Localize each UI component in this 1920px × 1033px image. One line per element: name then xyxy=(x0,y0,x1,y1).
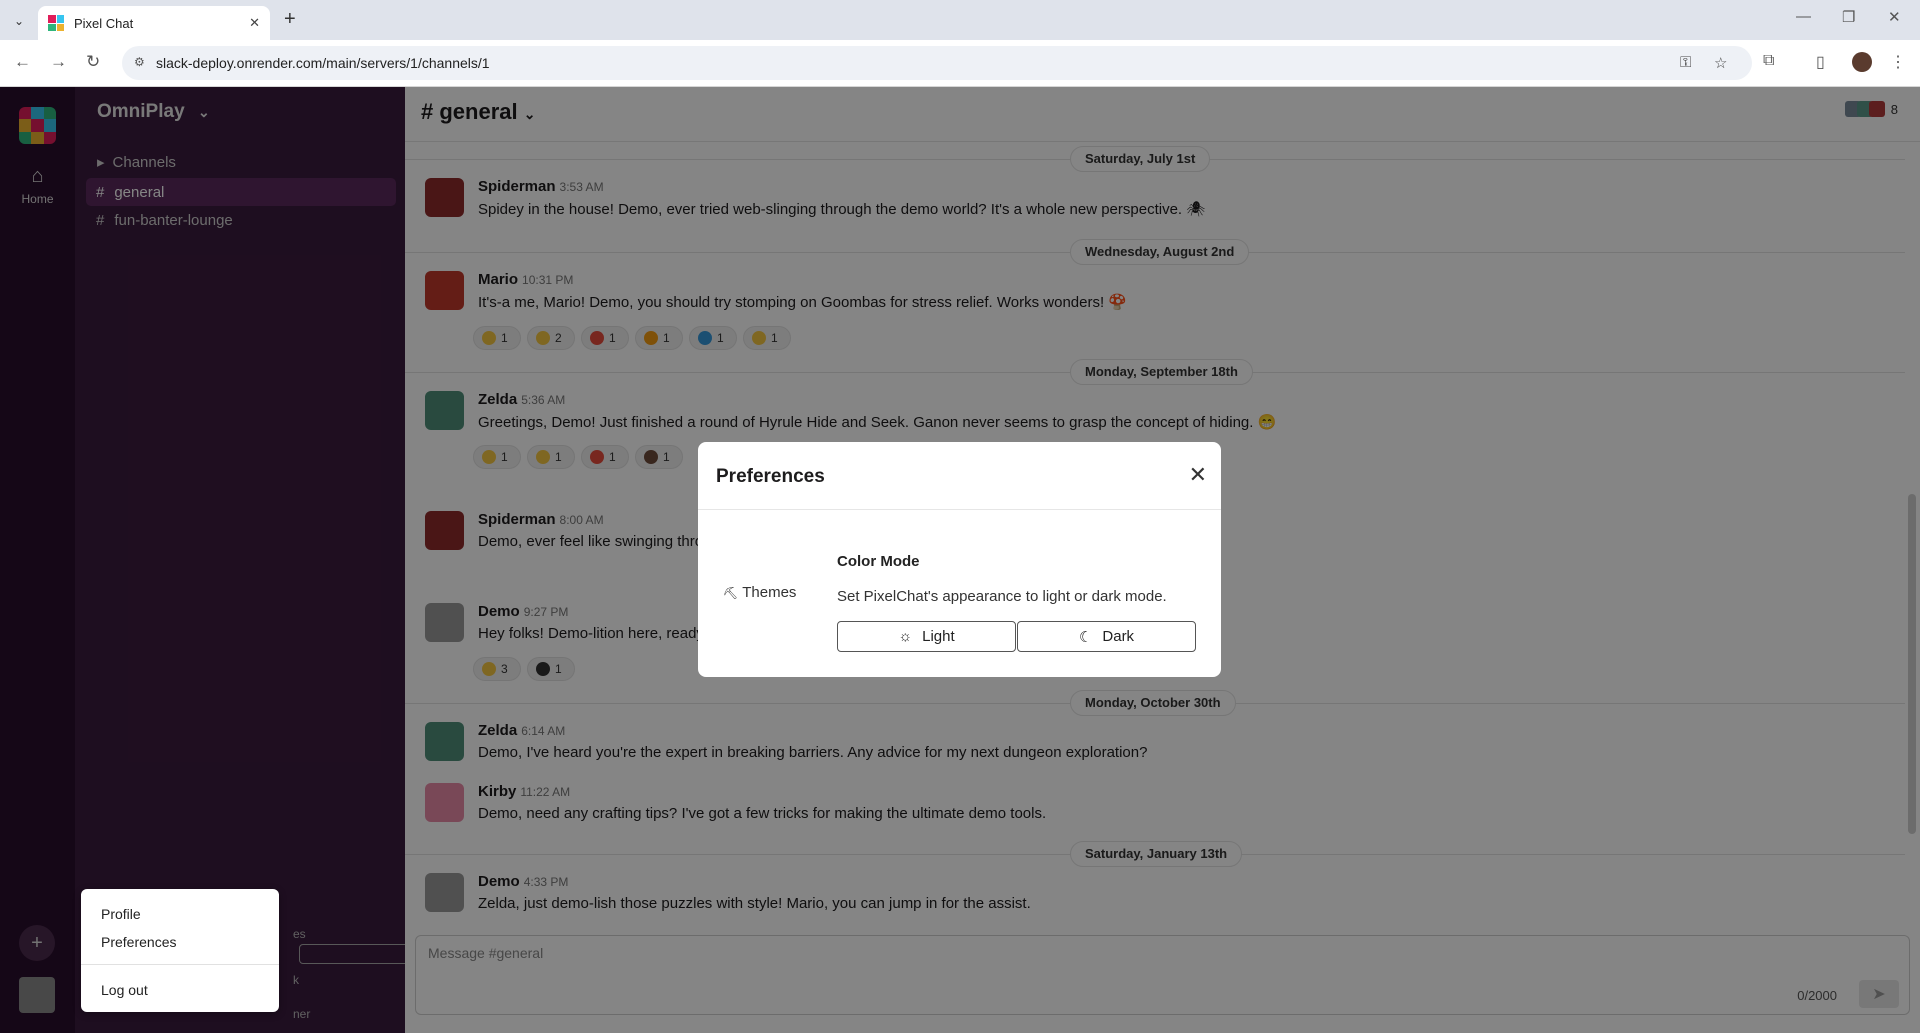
restore-icon[interactable]: ❐ xyxy=(1842,8,1855,26)
modal-header: Preferences ✕ xyxy=(698,442,1221,510)
address-bar: ← → ↻ ⚙ slack-deploy.onrender.com/main/s… xyxy=(0,40,1920,87)
url-text: slack-deploy.onrender.com/main/servers/1… xyxy=(156,55,490,71)
window-close-icon[interactable]: ✕ xyxy=(1888,8,1901,26)
nav-item-themes[interactable]: ⛏ Themes xyxy=(723,584,796,601)
pixel-chat-favicon-icon xyxy=(48,15,64,31)
key-icon[interactable]: ⚿ xyxy=(1680,54,1691,71)
browser-tab-strip: ⌄ Pixel Chat ✕ + — ❐ ✕ xyxy=(0,0,1920,40)
moon-icon: ☾ xyxy=(1078,628,1093,646)
preferences-modal: Preferences ✕ ⛏ Themes Color Mode Set Pix… xyxy=(698,442,1221,677)
extensions-icon[interactable]: ⧉ xyxy=(1763,52,1774,70)
tab-close-icon[interactable]: ✕ xyxy=(249,15,260,31)
sun-icon: ☼ xyxy=(898,628,913,645)
menu-item-preferences[interactable]: Preferences xyxy=(101,934,176,950)
color-mode-title: Color Mode xyxy=(837,553,920,570)
menu-item-log-out[interactable]: Log out xyxy=(101,982,148,998)
menu-divider xyxy=(81,964,279,965)
modal-title: Preferences xyxy=(716,466,825,487)
forward-icon[interactable]: → xyxy=(50,52,67,72)
new-tab-icon[interactable]: + xyxy=(284,8,296,31)
minimize-icon[interactable]: — xyxy=(1796,8,1811,25)
close-icon[interactable]: ✕ xyxy=(1189,462,1207,488)
side-panel-icon[interactable]: ▯ xyxy=(1816,52,1825,72)
user-menu: Profile Preferences Log out xyxy=(81,889,279,1012)
site-info-icon[interactable]: ⚙ xyxy=(134,55,145,69)
reload-icon[interactable]: ↻ xyxy=(86,52,100,72)
light-mode-button[interactable]: ☼ Light xyxy=(837,621,1016,652)
menu-item-profile[interactable]: Profile xyxy=(101,906,141,922)
browser-menu-icon[interactable]: ⋮ xyxy=(1890,52,1906,72)
color-mode-description: Set PixelChat's appearance to light or d… xyxy=(837,588,1167,605)
tab-title: Pixel Chat xyxy=(74,15,134,31)
pickaxe-icon: ⛏ xyxy=(723,586,739,600)
bookmark-star-icon[interactable]: ☆ xyxy=(1714,54,1727,72)
dark-mode-button[interactable]: ☾ Dark xyxy=(1017,621,1196,652)
browser-profile-avatar[interactable] xyxy=(1852,52,1872,72)
browser-tab[interactable]: Pixel Chat ✕ xyxy=(38,6,270,40)
tab-search-icon[interactable]: ⌄ xyxy=(8,10,30,32)
url-field[interactable]: ⚙ slack-deploy.onrender.com/main/servers… xyxy=(122,46,1752,80)
back-icon[interactable]: ← xyxy=(14,52,31,72)
